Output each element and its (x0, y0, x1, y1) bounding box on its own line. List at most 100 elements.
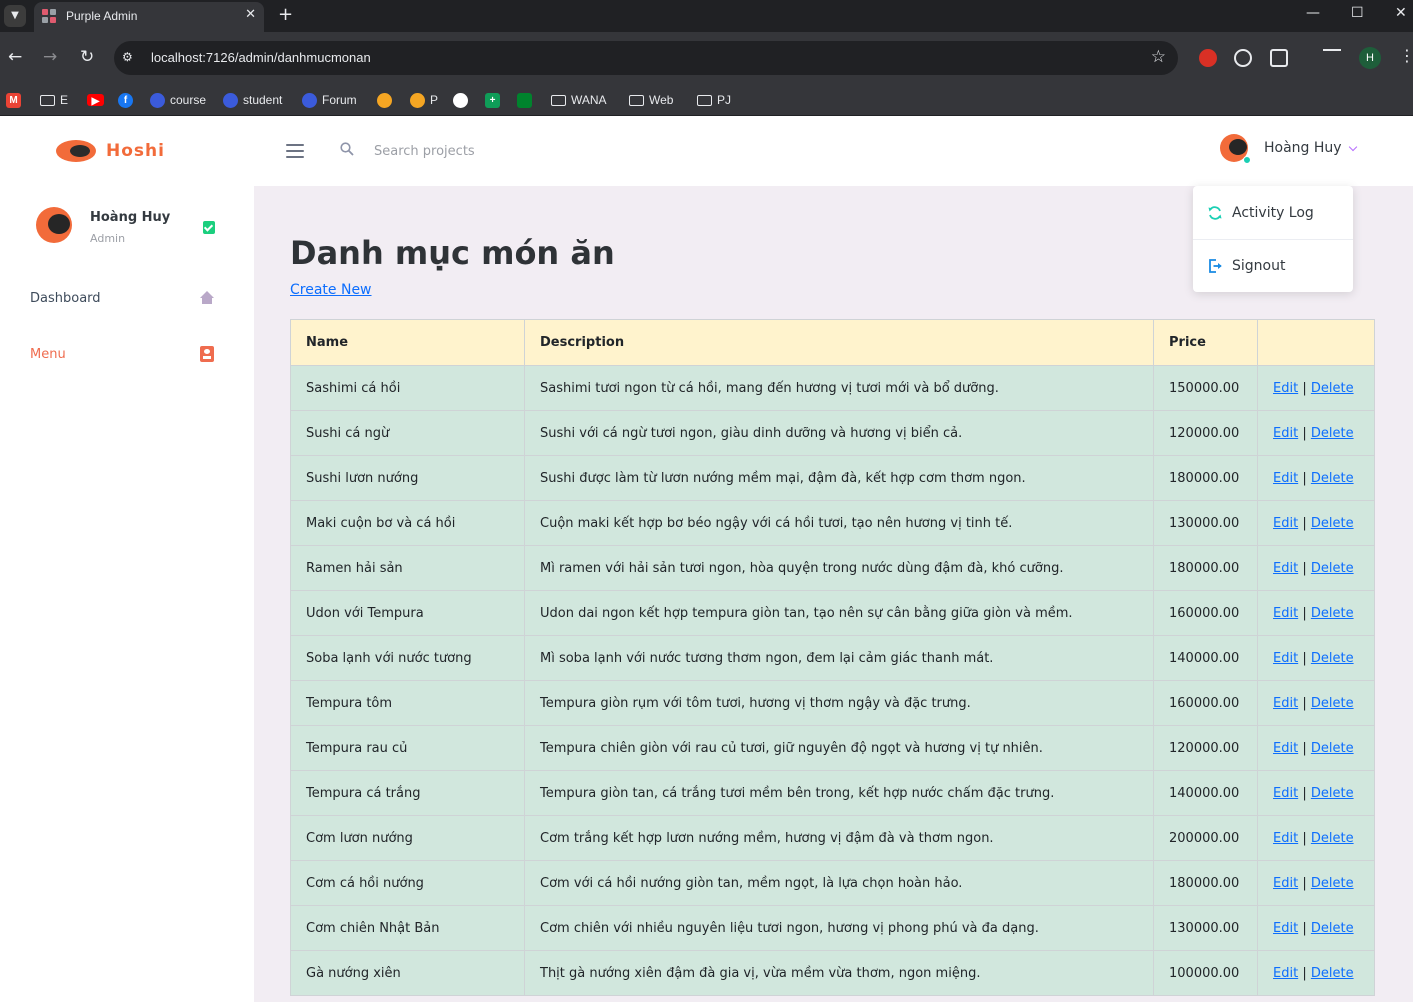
delete-link[interactable]: Delete (1311, 876, 1354, 891)
navbar-profile-name: Hoàng Huy (1264, 140, 1342, 156)
delete-link[interactable]: Delete (1311, 966, 1354, 981)
delete-link[interactable]: Delete (1311, 651, 1354, 666)
delete-link[interactable]: Delete (1311, 471, 1354, 486)
action-separator: | (1302, 470, 1307, 486)
table-row: Sushi lươn nướng Sushi được làm từ lươn n… (290, 455, 1375, 501)
sidebar-profile-name: Hoàng Huy (90, 210, 171, 225)
dish-description: Cơm trắng kết hợp lươn nướng mềm, hương … (524, 815, 1154, 861)
bookmark-p[interactable]: P (410, 89, 438, 111)
table-row: Cơm lươn nướng Cơm trắng kết hợp lươn nướ… (290, 815, 1375, 861)
dish-price: 120000.00 (1153, 725, 1258, 771)
bookmark-wana[interactable]: WANA (551, 89, 607, 111)
bookmark-forum[interactable]: Forum (302, 89, 357, 111)
bookmark-meet[interactable] (517, 89, 537, 111)
edit-link[interactable]: Edit (1273, 696, 1298, 711)
brand-logo[interactable]: Hoshi (56, 139, 165, 163)
edit-link[interactable]: Edit (1273, 786, 1298, 801)
dish-description: Thịt gà nướng xiên đậm đà gia vị, vừa mề… (524, 950, 1154, 996)
sidebar-item-dashboard[interactable]: Dashboard (30, 286, 220, 310)
extensions-puzzle-icon[interactable] (1270, 49, 1288, 67)
browser-profile-avatar[interactable]: H (1359, 47, 1381, 69)
browser-tabbar: ▼ Purple Admin ✕ + — ☐ ✕ (0, 0, 1413, 32)
close-window-icon[interactable]: ✕ (1395, 5, 1407, 21)
signout-label: Signout (1232, 257, 1286, 274)
site-info-icon[interactable]: ⚙ (122, 50, 138, 66)
edit-link[interactable]: Edit (1273, 876, 1298, 891)
menu-table: Name Description Price Sashimi cá hồi Sas… (290, 319, 1375, 996)
extension-gear-icon[interactable] (1234, 49, 1252, 67)
edit-link[interactable]: Edit (1273, 606, 1298, 621)
delete-link[interactable]: Delete (1311, 606, 1354, 621)
folder-icon (40, 94, 55, 106)
edit-link[interactable]: Edit (1273, 561, 1298, 576)
sidebar-profile[interactable]: Hoàng Huy Admin (36, 207, 226, 247)
app-navbar: Hoshi Hoàng Huy (0, 116, 1413, 186)
table-row: Tempura tôm Tempura giòn rụm với tôm tươi… (290, 680, 1375, 726)
reading-list-icon[interactable] (1323, 49, 1341, 59)
activity-log-item[interactable]: Activity Log (1193, 186, 1353, 239)
row-actions: Edit | Delete (1257, 365, 1375, 411)
site-icon (410, 92, 425, 108)
new-tab-icon[interactable]: + (278, 4, 293, 25)
menu-book-icon (200, 346, 214, 362)
delete-link[interactable]: Delete (1311, 741, 1354, 756)
table-row: Tempura cá trắng Tempura giòn tan, cá trắ… (290, 770, 1375, 816)
maximize-icon[interactable]: ☐ (1351, 5, 1364, 21)
reload-icon[interactable]: ↻ (80, 47, 94, 67)
bookmark-student[interactable]: student (223, 89, 282, 111)
edit-link[interactable]: Edit (1273, 516, 1298, 531)
edit-link[interactable]: Edit (1273, 651, 1298, 666)
bookmark-web[interactable]: Web (629, 89, 673, 111)
action-separator: | (1302, 740, 1307, 756)
delete-link[interactable]: Delete (1311, 831, 1354, 846)
search-input[interactable] (366, 138, 586, 164)
edit-link[interactable]: Edit (1273, 921, 1298, 936)
delete-link[interactable]: Delete (1311, 786, 1354, 801)
minimize-icon[interactable]: — (1306, 5, 1320, 21)
edit-link[interactable]: Edit (1273, 426, 1298, 441)
bookmark-star-icon[interactable]: ☆ (1151, 47, 1166, 67)
address-bar[interactable]: ⚙ localhost:7126/admin/danhmucmonan ☆ (114, 41, 1178, 75)
signout-item[interactable]: Signout (1193, 239, 1353, 292)
delete-link[interactable]: Delete (1311, 381, 1354, 396)
bookmark-sheets[interactable]: + (485, 89, 505, 111)
table-row: Udon với Tempura Udon dai ngon kết hợp te… (290, 590, 1375, 636)
edit-link[interactable]: Edit (1273, 471, 1298, 486)
delete-link[interactable]: Delete (1311, 426, 1354, 441)
bookmark-site[interactable] (377, 89, 397, 111)
dish-name: Udon với Tempura (290, 590, 525, 636)
tab-close-icon[interactable]: ✕ (245, 7, 256, 22)
edit-link[interactable]: Edit (1273, 741, 1298, 756)
browser-menu-icon[interactable]: ⋮ (1399, 46, 1413, 65)
delete-link[interactable]: Delete (1311, 561, 1354, 576)
navbar-profile-toggle[interactable]: Hoàng Huy (1220, 134, 1357, 164)
browser-tab[interactable]: Purple Admin ✕ (34, 2, 264, 32)
tab-search-button[interactable]: ▼ (4, 5, 26, 27)
dish-name: Sushi cá ngừ (290, 410, 525, 456)
create-new-link[interactable]: Create New (290, 282, 372, 298)
edit-link[interactable]: Edit (1273, 966, 1298, 981)
bookmark-pj[interactable]: PJ (697, 89, 731, 111)
action-separator: | (1302, 560, 1307, 576)
edit-link[interactable]: Edit (1273, 381, 1298, 396)
extension-red-icon[interactable] (1199, 49, 1217, 67)
bookmark-gmail[interactable]: M (6, 89, 26, 111)
forward-icon[interactable]: → (43, 47, 57, 67)
facebook-icon: f (118, 92, 133, 108)
delete-link[interactable]: Delete (1311, 696, 1354, 711)
bookmark-e[interactable]: E (40, 89, 68, 111)
edit-link[interactable]: Edit (1273, 831, 1298, 846)
back-icon[interactable]: ← (8, 47, 22, 67)
bookmark-facebook[interactable]: f (118, 89, 138, 111)
bookmark-course[interactable]: course (150, 89, 206, 111)
dish-name: Cơm chiên Nhật Bản (290, 905, 525, 951)
bookmark-openai[interactable] (453, 89, 473, 111)
action-separator: | (1302, 830, 1307, 846)
sidebar-toggle-icon[interactable] (286, 144, 304, 158)
bookmark-youtube[interactable]: ▶ (87, 89, 109, 111)
delete-link[interactable]: Delete (1311, 921, 1354, 936)
row-actions: Edit | Delete (1257, 680, 1375, 726)
delete-link[interactable]: Delete (1311, 516, 1354, 531)
sidebar-item-menu[interactable]: Menu (30, 342, 220, 366)
url-text[interactable]: localhost:7126/admin/danhmucmonan (151, 50, 371, 65)
